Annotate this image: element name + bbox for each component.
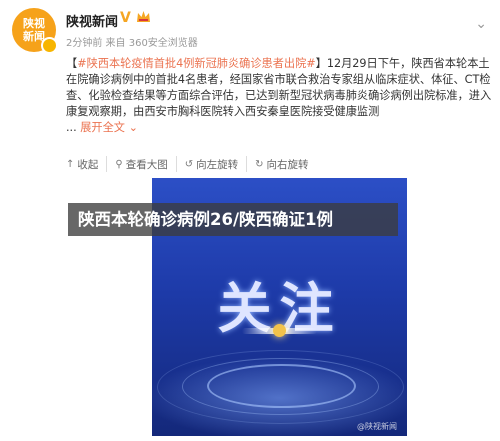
- view-large-label: 查看大图: [125, 158, 168, 171]
- collapse-label: 收起: [77, 158, 99, 171]
- search-icon: ⚲: [115, 158, 123, 170]
- rotate-right-button[interactable]: ↻ 向右旋转: [246, 156, 316, 172]
- image-toolbar: ↑ 收起 ⚲ 查看大图 ↺ 向左旋转 ↻ 向右旋转: [66, 156, 317, 172]
- image-watermark: @陕视新闻: [357, 422, 397, 431]
- account-name[interactable]: 陕视新闻: [66, 11, 118, 30]
- rotate-left-label: 向左旋转: [196, 158, 239, 171]
- post-text: 【#陕西本轮疫情首批4例新冠肺炎确诊患者出院#】12月29日下午，陕西省本轮本土…: [66, 56, 492, 136]
- expand-full-text-link[interactable]: 展开全文 ⌄: [80, 121, 138, 134]
- post-meta: 2分钟前 来自 360安全浏览器: [66, 38, 198, 49]
- avatar-text-line-1: 陕视: [23, 17, 45, 30]
- vip-badge-icon: [41, 37, 58, 54]
- collapse-icon: ↑: [66, 158, 75, 170]
- rotate-right-label: 向右旋转: [266, 158, 309, 171]
- golden-orb-icon: [273, 324, 286, 337]
- post-bracket-open: 【: [66, 57, 78, 70]
- chevron-down-icon: ⌄: [128, 121, 138, 134]
- more-options-icon[interactable]: ⌄: [475, 16, 488, 32]
- expand-label: 展开全文: [80, 121, 125, 134]
- headline-text: 陕西本轮确诊病例26/陕西确证1例: [78, 210, 333, 229]
- view-large-button[interactable]: ⚲ 查看大图: [106, 156, 175, 172]
- crown-icon: [137, 11, 150, 22]
- post-ellipsis: ...: [66, 121, 77, 134]
- stage-ring-inner: [207, 364, 356, 408]
- rotate-right-icon: ↻: [255, 158, 264, 170]
- verified-icon: V: [120, 10, 131, 26]
- avatar[interactable]: 陕视 新闻: [12, 8, 58, 54]
- post-bracket-close: 】: [315, 57, 327, 70]
- post-hashtag[interactable]: #陕西本轮疫情首批4例新冠肺炎确诊患者出院#: [77, 57, 315, 70]
- rotate-left-icon: ↺: [184, 158, 194, 170]
- collapse-button[interactable]: ↑ 收起: [66, 156, 106, 172]
- rotate-left-button[interactable]: ↺ 向左旋转: [175, 156, 246, 172]
